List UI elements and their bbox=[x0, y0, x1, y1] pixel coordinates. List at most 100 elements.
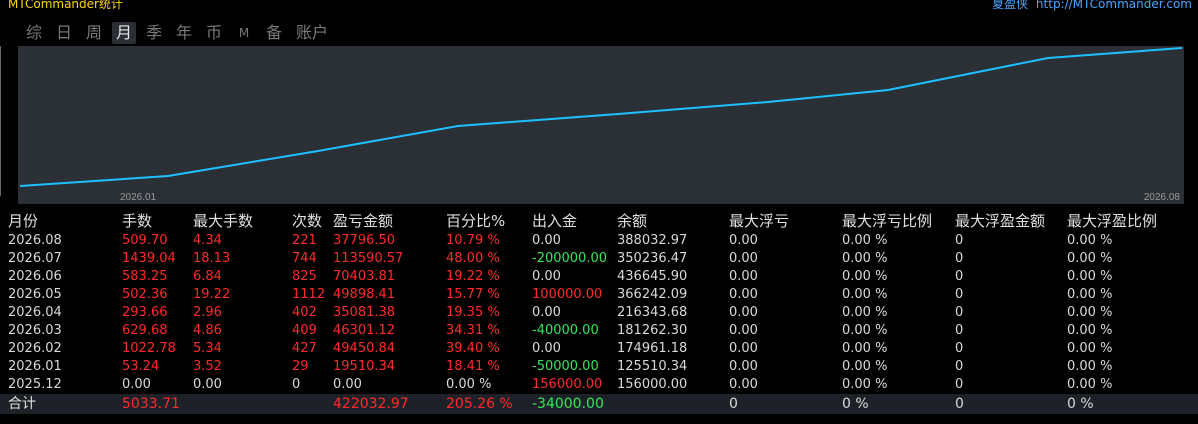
column-header[interactable]: 最大浮亏 bbox=[729, 210, 789, 232]
table-cell: 18.13 bbox=[193, 251, 231, 266]
column-header[interactable]: 余额 bbox=[617, 210, 647, 232]
column-header[interactable]: 月份 bbox=[8, 210, 38, 232]
table-cell: 19.22 bbox=[193, 287, 231, 302]
tab-0[interactable]: 综 bbox=[22, 22, 46, 44]
table-cell: 0.00 bbox=[532, 269, 561, 284]
table-cell: 583.25 bbox=[122, 269, 168, 284]
column-header[interactable]: 最大浮盈比例 bbox=[1067, 210, 1157, 232]
column-header[interactable]: 盈亏金额 bbox=[333, 210, 393, 232]
table-cell: 502.36 bbox=[122, 287, 168, 302]
total-cell: 5033.71 bbox=[122, 396, 180, 412]
table-cell: 0 bbox=[955, 287, 964, 302]
table-cell: 216343.68 bbox=[617, 305, 688, 320]
table-cell: 1439.04 bbox=[122, 251, 176, 266]
table-cell: 0.00 bbox=[729, 359, 758, 374]
table-cell: 0.00 bbox=[729, 233, 758, 248]
table-cell: 2.96 bbox=[193, 305, 222, 320]
column-header[interactable]: 百分比% bbox=[446, 210, 505, 232]
table-cell: 48.00 % bbox=[446, 251, 500, 266]
table-row[interactable]: 2026.04 293.66 2.96 402 35081.38 19.35 % 0.00 2… bbox=[0, 304, 1198, 322]
tab-3[interactable]: 月 bbox=[112, 22, 136, 44]
header-brand-area: 夏盈侠 http://MTCommander.com bbox=[992, 0, 1192, 11]
table-cell: 15.77 % bbox=[446, 287, 500, 302]
table-cell: 0.00 bbox=[122, 377, 151, 392]
table-cell: 100000.00 bbox=[532, 287, 603, 302]
table-row[interactable]: 2026.03 629.68 4.86 409 46301.12 34.31 % -4000… bbox=[0, 322, 1198, 340]
table-cell: 0.00 % bbox=[1067, 269, 1113, 284]
table-row[interactable]: 2026.02 1022.78 5.34 427 49450.84 39.40 % 0.00… bbox=[0, 340, 1198, 358]
table-cell: 0.00 % bbox=[842, 305, 888, 320]
table-cell: 0.00 % bbox=[1067, 341, 1113, 356]
table-cell: 0.00 bbox=[729, 305, 758, 320]
table-cell: 5.34 bbox=[193, 341, 222, 356]
tab-6[interactable]: 币 bbox=[202, 22, 226, 44]
tab-9[interactable]: 账户 bbox=[292, 22, 332, 44]
table-cell: 1112 bbox=[292, 287, 326, 302]
table-cell: 35081.38 bbox=[333, 305, 396, 320]
total-cell: 422032.97 bbox=[333, 396, 409, 412]
table-cell: 3.52 bbox=[193, 359, 222, 374]
column-header[interactable]: 出入金 bbox=[532, 210, 577, 232]
table-cell: -40000.00 bbox=[532, 323, 599, 338]
total-cell: 0 % bbox=[842, 396, 869, 412]
table-cell: 0.00 % bbox=[1067, 359, 1113, 374]
table-cell: 0.00 bbox=[729, 377, 758, 392]
table-cell: 19.35 % bbox=[446, 305, 500, 320]
x-tick-label-1: 2026.08 bbox=[1144, 192, 1181, 203]
table-cell: 46301.12 bbox=[333, 323, 396, 338]
table-cell: 174961.18 bbox=[617, 341, 688, 356]
monthly-stats-table: 月份 手数 最大手数 次数 盈亏金额 百分比% 出入金 余额 最大浮亏 最大浮亏比例 最大浮盈金额最… bbox=[0, 210, 1198, 414]
table-cell: 0.00 % bbox=[842, 323, 888, 338]
table-header: 月份 手数 最大手数 次数 盈亏金额 百分比% 出入金 余额 最大浮亏 最大浮亏比例 最大浮盈金额最… bbox=[0, 210, 1198, 232]
table-cell: 34.31 % bbox=[446, 323, 500, 338]
table-cell: 0.00 bbox=[532, 233, 561, 248]
tab-8[interactable]: 备 bbox=[262, 22, 286, 44]
table-cell: 0 bbox=[955, 269, 964, 284]
table-total-row: 合计 5033.71 422032.97 205.26 % -34000.00 0 0 % 0… bbox=[0, 394, 1198, 414]
table-cell: 0 bbox=[955, 377, 964, 392]
table-cell: 53.24 bbox=[122, 359, 160, 374]
column-header[interactable]: 最大浮亏比例 bbox=[842, 210, 932, 232]
website-link[interactable]: http://MTCommander.com bbox=[1036, 0, 1192, 11]
total-cell: -34000.00 bbox=[532, 396, 604, 412]
column-header[interactable]: 最大浮盈金额 bbox=[955, 210, 1045, 232]
table-cell: 156000.00 bbox=[617, 377, 688, 392]
table-cell: 2026.01 bbox=[8, 359, 62, 374]
total-cell: 0 bbox=[729, 396, 738, 412]
table-cell: 409 bbox=[292, 323, 317, 338]
table-cell: 509.70 bbox=[122, 233, 168, 248]
table-row[interactable]: 2026.07 1439.04 18.13 744 113590.57 48.00 % -2… bbox=[0, 250, 1198, 268]
column-header[interactable]: 最大手数 bbox=[193, 210, 253, 232]
table-cell: 2026.04 bbox=[8, 305, 62, 320]
table-cell: 2026.08 bbox=[8, 233, 62, 248]
table-row[interactable]: 2026.06 583.25 6.84 825 70403.81 19.22 % 0.00 4… bbox=[0, 268, 1198, 286]
table-cell: 0.00 bbox=[729, 287, 758, 302]
table-cell: 0.00 % bbox=[1067, 287, 1113, 302]
period-tabs: 综日周月季年币 M 备账户 bbox=[22, 22, 332, 44]
total-label: 合计 bbox=[8, 396, 36, 412]
tab-7[interactable]: M bbox=[232, 22, 256, 44]
table-cell: 181262.30 bbox=[617, 323, 688, 338]
column-header[interactable]: 次数 bbox=[292, 210, 322, 232]
table-cell: 1022.78 bbox=[122, 341, 176, 356]
app-title: MTCommander统计 bbox=[8, 0, 123, 11]
table-row[interactable]: 2026.08 509.70 4.34 221 37796.50 10.79 % 0.00 3… bbox=[0, 232, 1198, 250]
column-header[interactable]: 手数 bbox=[122, 210, 152, 232]
tab-2[interactable]: 周 bbox=[82, 22, 106, 44]
table-cell: 156000.00 bbox=[532, 377, 603, 392]
table-cell: 0.00 % bbox=[842, 341, 888, 356]
table-cell: 39.40 % bbox=[446, 341, 500, 356]
tab-5[interactable]: 年 bbox=[172, 22, 196, 44]
table-row[interactable]: 2026.05 502.36 19.22 1112 49898.41 15.77 % 100… bbox=[0, 286, 1198, 304]
left-axis-line bbox=[0, 46, 1, 196]
table-cell: 221 bbox=[292, 233, 317, 248]
table-cell: 0 bbox=[955, 305, 964, 320]
table-cell: -200000.00 bbox=[532, 251, 607, 266]
tab-4[interactable]: 季 bbox=[142, 22, 166, 44]
table-cell: 10.79 % bbox=[446, 233, 500, 248]
tab-1[interactable]: 日 bbox=[52, 22, 76, 44]
table-cell: 0.00 % bbox=[1067, 233, 1113, 248]
table-row[interactable]: 2026.01 53.24 3.52 29 19510.34 18.41 % -50000.… bbox=[0, 358, 1198, 376]
table-cell: 19510.34 bbox=[333, 359, 396, 374]
table-row[interactable]: 2025.12 0.00 0.00 0 0.00 0.00 % 156000.00 15600… bbox=[0, 376, 1198, 394]
